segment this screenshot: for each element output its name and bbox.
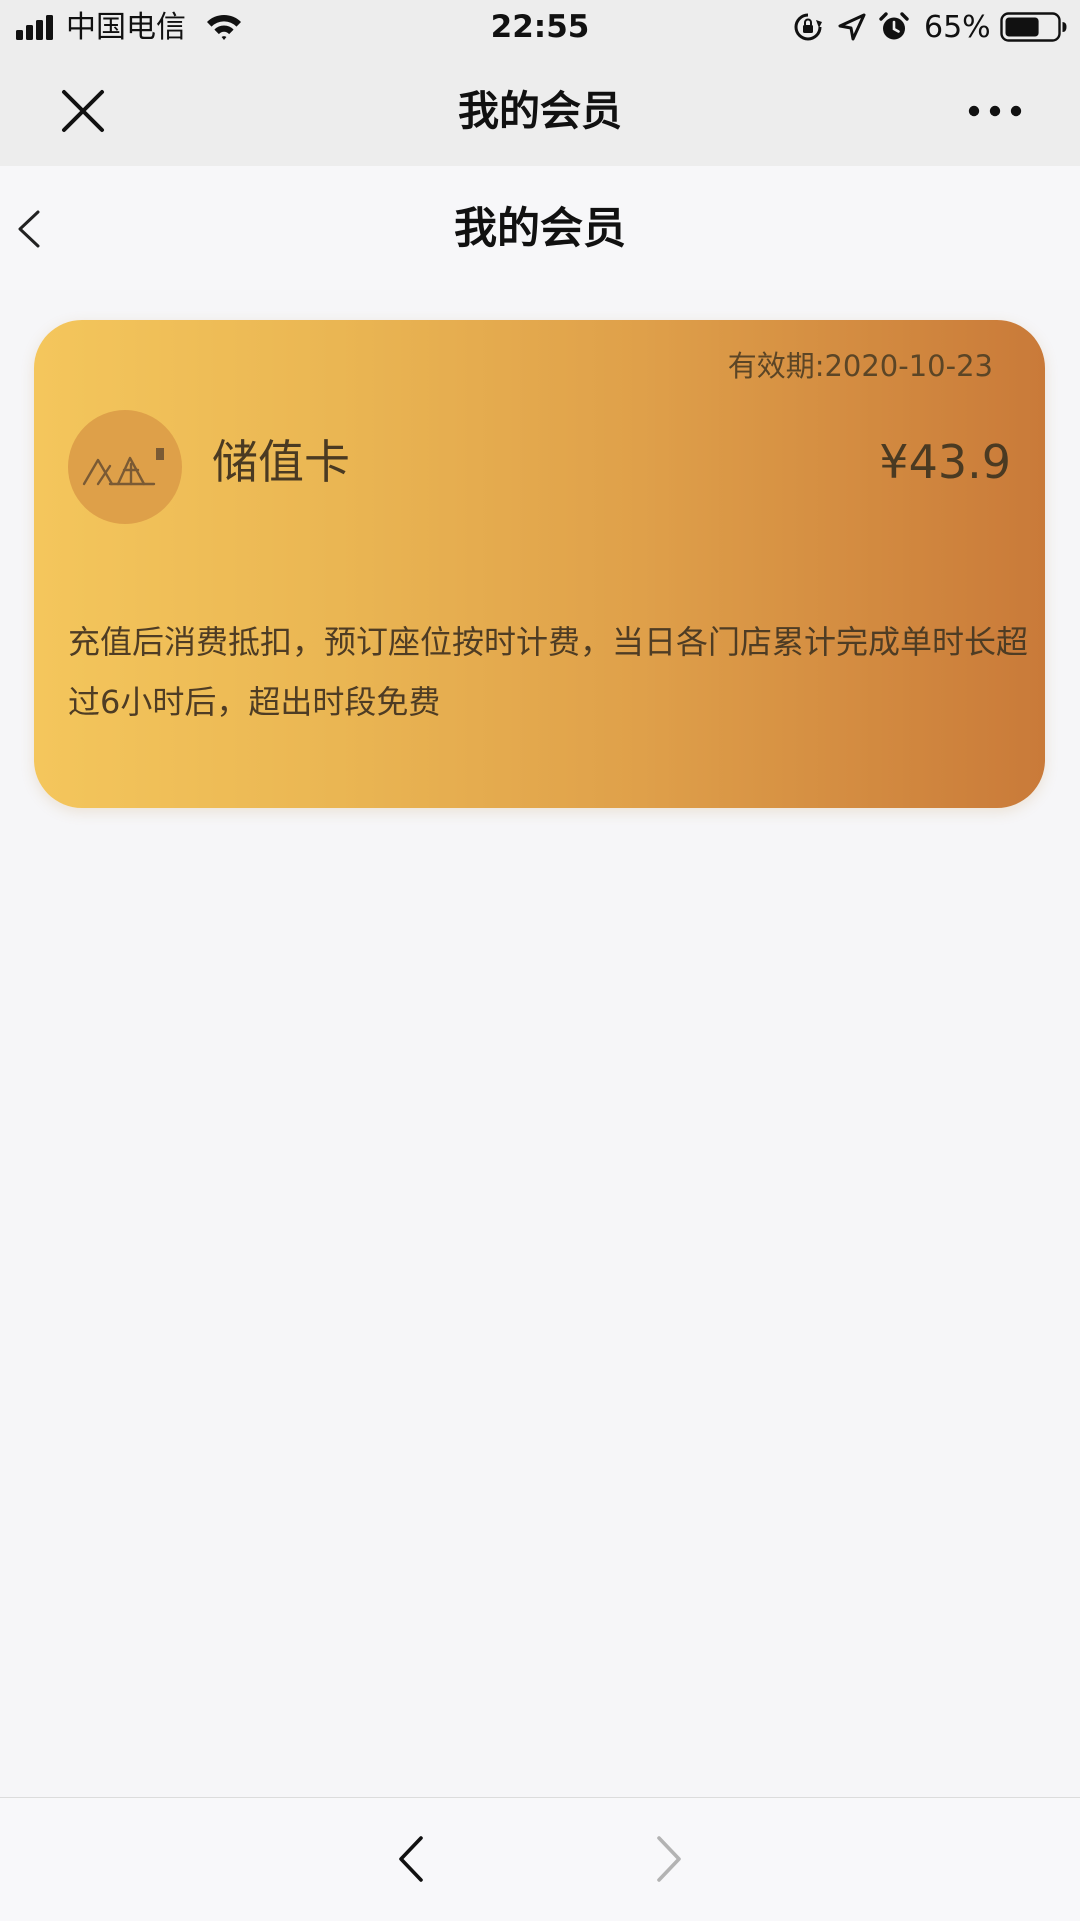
back-arrow-icon[interactable] (393, 1834, 429, 1884)
nav-bar: 我的会员 (0, 56, 1080, 166)
card-balance: ¥43.9 (879, 435, 1011, 489)
location-arrow-icon (838, 13, 866, 41)
more-icon[interactable] (968, 94, 1022, 128)
forward-arrow-icon[interactable] (651, 1834, 687, 1884)
stored-value-card[interactable]: 有效期:2020-10-23 储值卡 ¥43.9 充值后消费抵扣，预订座位按时计… (34, 320, 1045, 808)
status-bar: 中国电信 22:55 65% (0, 0, 1080, 56)
card-description: 充值后消费抵扣，预订座位按时计费，当日各门店累计完成单时长超过6小时后，超出时段… (68, 623, 1029, 721)
alarm-clock-icon (879, 12, 909, 40)
orientation-lock-icon (794, 13, 822, 41)
bottom-toolbar (0, 1797, 1080, 1921)
page-title: 我的会员 (454, 204, 626, 254)
clock: 22:55 (490, 9, 590, 45)
battery-icon (1000, 12, 1067, 42)
page-header: 我的会员 (0, 166, 1080, 290)
card-name: 储值卡 (212, 435, 350, 489)
store-logo-icon (68, 410, 182, 524)
nav-title: 我的会员 (458, 87, 622, 135)
battery-percent: 65% (924, 10, 991, 45)
card-validity: 有效期:2020-10-23 (727, 349, 993, 383)
